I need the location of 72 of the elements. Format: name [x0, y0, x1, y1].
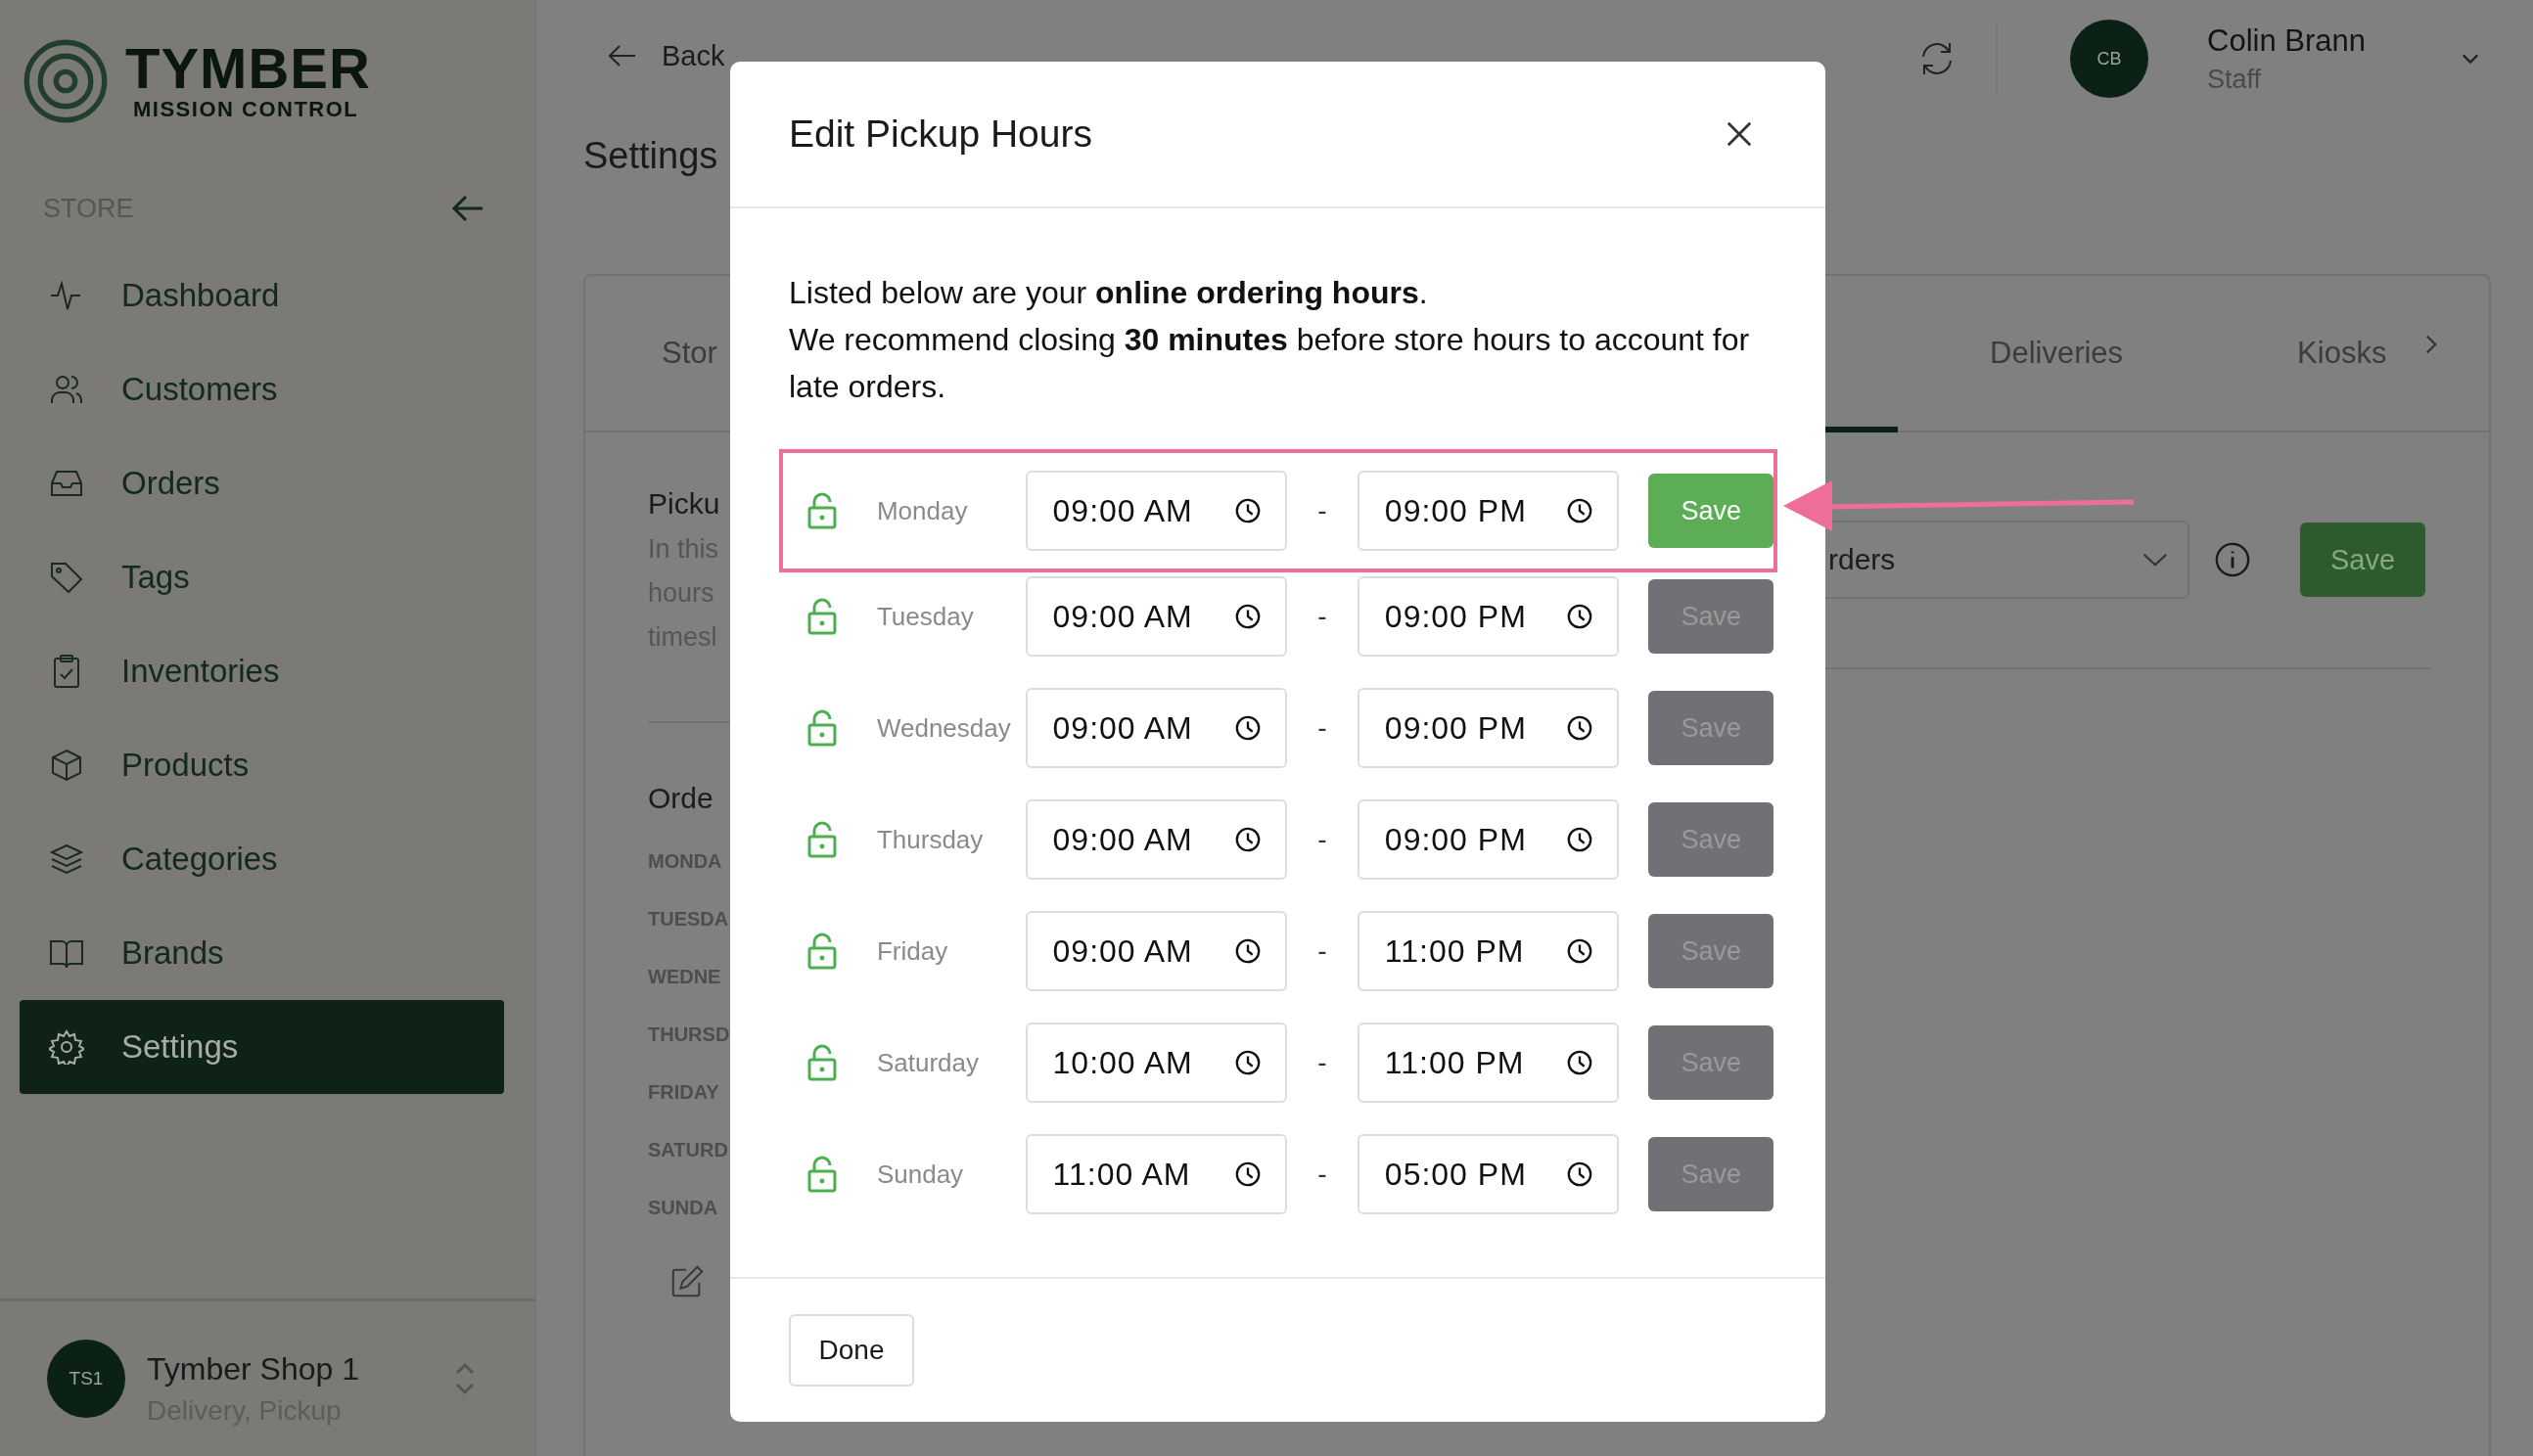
- save-button[interactable]: Save: [2300, 523, 2425, 597]
- user-avatar: CB: [2070, 20, 2148, 98]
- nav-item[interactable]: Tags: [20, 530, 504, 624]
- day-name: Wednesday: [876, 712, 1012, 744]
- clock-icon: [1566, 1160, 1594, 1188]
- range-separator: -: [1316, 495, 1328, 526]
- back-link[interactable]: Back: [583, 39, 725, 72]
- range-separator: -: [1316, 1047, 1328, 1078]
- nav-item[interactable]: Dashboard: [20, 249, 504, 342]
- range-separator: -: [1316, 1159, 1328, 1190]
- done-button[interactable]: Done: [789, 1314, 914, 1387]
- intro-text: We recommend closing 30 minutes before store hours to account for late orders.: [789, 321, 1751, 406]
- clock-icon: [1566, 603, 1594, 630]
- intro-text: Listed below are your online ordering hours.: [789, 274, 1429, 312]
- logo-icon: [23, 39, 108, 123]
- range-separator: -: [1316, 824, 1328, 855]
- nav-item[interactable]: Orders: [20, 436, 504, 530]
- clock-icon: [1566, 826, 1594, 853]
- chevron-down-icon: [2142, 553, 2168, 567]
- day-name: Tuesday: [876, 601, 975, 632]
- user-name: Colin Brann: [2207, 23, 2367, 59]
- info-icon[interactable]: [2214, 541, 2251, 578]
- tab[interactable]: Stor: [585, 336, 717, 371]
- clock-icon: [1234, 826, 1262, 853]
- clock-icon: [1566, 497, 1594, 524]
- logo-name: TYMBER: [125, 40, 371, 97]
- page-title: Settings: [583, 135, 718, 178]
- clock-icon: [1234, 603, 1262, 630]
- nav-item[interactable]: Customers: [20, 342, 504, 436]
- day-name: Saturday: [876, 1047, 980, 1078]
- clock-icon: [1566, 714, 1594, 742]
- back-arrow-icon: [607, 44, 636, 68]
- section-heading: Orde: [648, 782, 714, 815]
- clock-icon: [1566, 937, 1594, 965]
- clock-icon: [1234, 714, 1262, 742]
- day-name: Thursday: [876, 824, 985, 855]
- range-separator: -: [1316, 712, 1328, 744]
- box-icon: [49, 748, 84, 783]
- clock-icon: [1234, 1160, 1262, 1188]
- store-name: Tymber Shop 1: [147, 1350, 360, 1388]
- nav-item[interactable]: Inventories: [20, 624, 504, 718]
- layers-icon: [49, 842, 84, 877]
- tab[interactable]: Deliveries: [1990, 336, 2124, 371]
- gear-icon: [49, 1029, 84, 1065]
- section-heading: Picku: [648, 487, 721, 521]
- clock-icon: [1234, 937, 1262, 965]
- nav-item[interactable]: Brands: [20, 906, 504, 1000]
- day-name: Friday: [876, 935, 949, 967]
- chevron-down-icon[interactable]: [2462, 53, 2479, 65]
- tab[interactable]: Kiosks: [2297, 336, 2387, 371]
- clock-icon: [1234, 1049, 1262, 1076]
- collapse-arrow-icon[interactable]: [451, 195, 484, 222]
- range-separator: -: [1316, 601, 1328, 632]
- dialog-title: Edit Pickup Hours: [789, 113, 1092, 156]
- nav-item[interactable]: Products: [20, 718, 504, 812]
- range-separator: -: [1316, 935, 1328, 967]
- end-time-field[interactable]: 09:00 PM: [1357, 471, 1620, 551]
- logo-subtitle: MISSION CONTROL: [132, 97, 360, 122]
- day-name: Monday: [876, 495, 969, 526]
- clock-icon: [1234, 497, 1262, 524]
- tag-icon: [49, 560, 84, 595]
- day-name: Sunday: [876, 1159, 965, 1190]
- edit-icon[interactable]: [669, 1264, 705, 1299]
- save-button[interactable]: Save: [1648, 474, 1773, 548]
- start-time-field[interactable]: 09:00 AM: [1025, 471, 1287, 551]
- nav-item[interactable]: Categories: [20, 812, 504, 906]
- store-avatar: TS1: [47, 1340, 125, 1418]
- chevron-right-icon[interactable]: [2425, 334, 2438, 355]
- close-icon[interactable]: [1726, 120, 1753, 148]
- clock-icon: [1566, 1049, 1594, 1076]
- unlocked-padlock-icon[interactable]: [806, 492, 838, 529]
- nav-item[interactable]: Settings: [20, 1000, 504, 1094]
